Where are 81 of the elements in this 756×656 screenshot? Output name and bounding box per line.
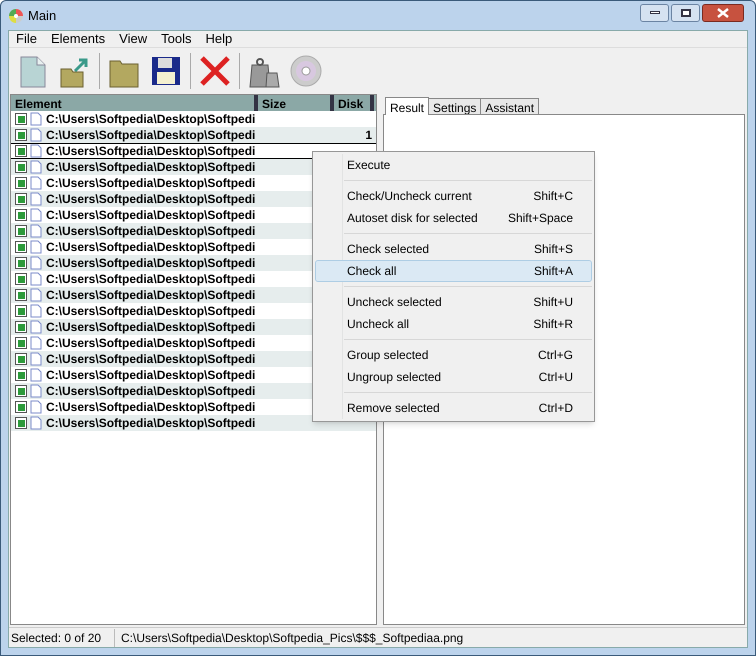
table-cell-text: C:\Users\Softpedia\Desktop\Softpedi <box>46 399 256 416</box>
disc-icon <box>288 53 324 89</box>
menu-item[interactable]: Check all Shift+A <box>315 260 592 282</box>
file-icon <box>30 336 42 350</box>
tab[interactable]: Assistant <box>480 98 540 114</box>
list-row[interactable]: C:\Users\Softpedia\Desktop\Softpedi 1 <box>11 127 376 143</box>
menu-item[interactable]: Help <box>200 29 238 49</box>
table-cell-text: C:\Users\Softpedia\Desktop\Softpedi <box>46 351 256 368</box>
menu-item[interactable]: Tools <box>156 29 196 49</box>
status-selection: Selected: 0 of 20 <box>9 628 115 646</box>
checkbox[interactable] <box>15 193 27 205</box>
checkbox[interactable] <box>15 225 27 237</box>
file-icon <box>30 128 42 142</box>
list-row[interactable]: C:\Users\Softpedia\Desktop\Softpedi <box>11 415 376 431</box>
table-cell-text: C:\Users\Softpedia\Desktop\Softpedi <box>46 255 256 272</box>
table-cell-text: C:\Users\Softpedia\Desktop\Softpedi <box>46 159 256 176</box>
file-icon <box>30 208 42 222</box>
checkbox[interactable] <box>15 401 27 413</box>
checkbox[interactable] <box>15 145 27 157</box>
table-cell-text: C:\Users\Softpedia\Desktop\Softpedi <box>46 287 256 304</box>
file-icon <box>30 352 42 366</box>
file-icon <box>30 224 42 238</box>
menu-item[interactable]: File <box>11 29 42 49</box>
checkbox[interactable] <box>15 385 27 397</box>
checkbox[interactable] <box>15 129 27 141</box>
checkbox[interactable] <box>15 289 27 301</box>
file-icon <box>30 192 42 206</box>
file-icon <box>30 272 42 286</box>
checkbox[interactable] <box>15 161 27 173</box>
file-icon <box>30 368 42 382</box>
checkbox[interactable] <box>15 417 27 429</box>
table-cell-text: C:\Users\Softpedia\Desktop\Softpedi <box>46 239 256 256</box>
table-cell-text: C:\Users\Softpedia\Desktop\Softpedi <box>46 335 256 352</box>
table-cell-text: C:\Users\Softpedia\Desktop\Softpedi <box>46 271 256 288</box>
close-icon <box>717 8 729 18</box>
close-button[interactable] <box>702 4 744 22</box>
table-cell-text: C:\Users\Softpedia\Desktop\Softpedi <box>46 143 256 160</box>
checkbox[interactable] <box>15 241 27 253</box>
table-cell-text: C:\Users\Softpedia\Desktop\Softpedi <box>46 127 256 144</box>
table-cell-text: C:\Users\Softpedia\Desktop\Softpedi <box>46 415 256 432</box>
table-cell-text: C:\Users\Softpedia\Desktop\Softpedi <box>46 111 256 128</box>
checkbox[interactable] <box>15 353 27 365</box>
table-cell-text: C:\Users\Softpedia\Desktop\Softpedi <box>46 191 256 208</box>
checkbox[interactable] <box>15 305 27 317</box>
checkbox[interactable] <box>15 209 27 221</box>
status-path: C:\Users\Softpedia\Desktop\Softpedia_Pics\$$$_Softpediaa.png <box>120 630 464 646</box>
table-cell-text: C:\Users\Softpedia\Desktop\Softpedi <box>46 175 256 192</box>
file-icon <box>30 384 42 398</box>
file-icon <box>30 160 42 174</box>
file-icon <box>30 176 42 190</box>
checkbox[interactable] <box>15 177 27 189</box>
file-icon <box>30 288 42 302</box>
file-icon <box>30 320 42 334</box>
checkbox[interactable] <box>15 113 27 125</box>
file-icon <box>30 400 42 414</box>
file-icon <box>30 240 42 254</box>
file-icon <box>30 256 42 270</box>
table-cell-text: C:\Users\Softpedia\Desktop\Softpedi <box>46 303 256 320</box>
table-cell-text: C:\Users\Softpedia\Desktop\Softpedi <box>46 383 256 400</box>
file-icon <box>30 304 42 318</box>
file-icon <box>30 416 42 430</box>
menu-item[interactable]: Elements <box>46 29 110 49</box>
checkbox[interactable] <box>15 321 27 333</box>
table-cell-text: C:\Users\Softpedia\Desktop\Softpedi <box>46 223 256 240</box>
tab[interactable]: Result <box>385 97 430 115</box>
menu-item[interactable]: View <box>114 29 152 49</box>
minimize-button[interactable] <box>640 4 669 22</box>
table-cell-text: 1 <box>364 127 372 144</box>
maximize-button[interactable] <box>671 4 700 22</box>
tab[interactable]: Settings <box>428 98 482 114</box>
window-title: Main <box>28 6 56 25</box>
checkbox[interactable] <box>15 273 27 285</box>
table-cell-text: C:\Users\Softpedia\Desktop\Softpedi <box>46 367 256 384</box>
file-icon <box>30 144 42 158</box>
checkbox[interactable] <box>15 337 27 349</box>
file-icon <box>30 112 42 126</box>
table-cell-text: C:\Users\Softpedia\Desktop\Softpedi <box>46 319 256 336</box>
table-cell-text: C:\Users\Softpedia\Desktop\Softpedi <box>46 207 256 224</box>
disc-app-icon <box>8 8 24 24</box>
checkbox[interactable] <box>15 257 27 269</box>
checkbox[interactable] <box>15 369 27 381</box>
